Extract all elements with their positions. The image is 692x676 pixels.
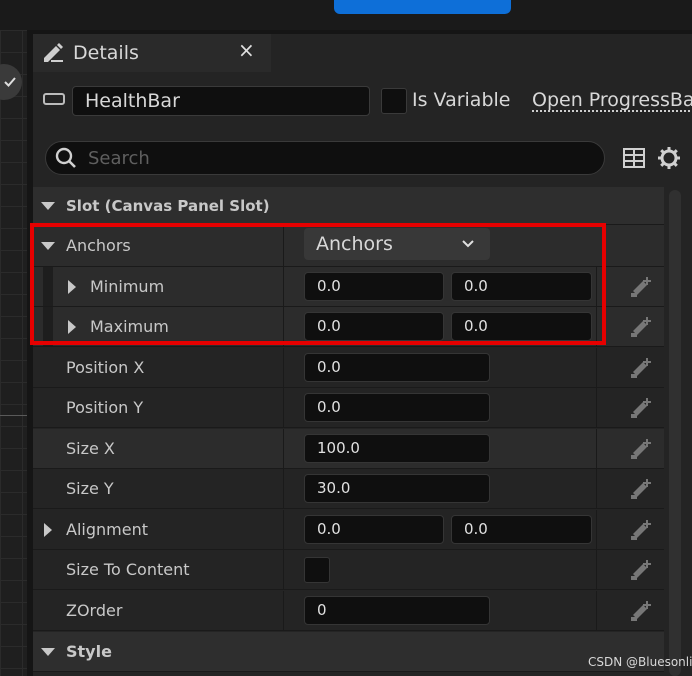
size-y-row: Size Y 30.0 — [33, 469, 664, 509]
graph-mode-button[interactable] — [556, 0, 692, 10]
column-divider — [596, 348, 597, 387]
column-divider — [283, 591, 284, 630]
pencil-icon — [44, 43, 63, 62]
column-divider — [283, 388, 284, 427]
reset-to-default-icon[interactable] — [629, 558, 653, 582]
tab-details[interactable]: Details × — [33, 34, 271, 72]
size-to-content-label: Size To Content — [66, 560, 190, 579]
is-variable-checkbox[interactable] — [381, 88, 407, 114]
reset-to-default-icon[interactable] — [629, 275, 653, 299]
reset-to-default-icon[interactable] — [629, 477, 653, 501]
reset-to-default-icon[interactable] — [629, 437, 653, 461]
widget-name-input[interactable]: HealthBar — [72, 86, 370, 116]
slot-section-label: Slot (Canvas Panel Slot) — [66, 197, 270, 215]
size-x-row: Size X 100.0 — [33, 429, 664, 469]
position-x-row: Position X 0.0 — [33, 348, 664, 388]
position-y-label: Position Y — [66, 398, 144, 417]
canvas-guide-line — [0, 415, 27, 416]
column-divider — [283, 510, 284, 549]
details-scrollbar[interactable] — [669, 190, 681, 676]
position-x-label: Position X — [66, 358, 145, 377]
reset-to-default-icon[interactable] — [629, 315, 653, 339]
zorder-label: ZOrder — [66, 601, 123, 620]
alignment-row: Alignment 0.0 0.0 — [33, 510, 664, 550]
alignment-label: Alignment — [66, 520, 148, 539]
size-x-field[interactable]: 100.0 — [304, 434, 490, 463]
column-divider — [283, 429, 284, 468]
collapse-arrow-icon[interactable] — [41, 648, 55, 656]
annotation-highlight-box — [30, 223, 606, 345]
slot-section-header[interactable]: Slot (Canvas Panel Slot) — [33, 187, 664, 225]
style-section-header[interactable]: Style — [33, 632, 664, 672]
reset-to-default-icon[interactable] — [629, 518, 653, 542]
size-x-label: Size X — [66, 439, 115, 458]
size-to-content-checkbox[interactable] — [304, 557, 330, 583]
column-divider — [283, 469, 284, 508]
expand-arrow-icon[interactable] — [44, 523, 52, 537]
size-y-label: Size Y — [66, 479, 114, 498]
collapse-arrow-icon[interactable] — [41, 202, 55, 210]
size-y-field[interactable]: 30.0 — [304, 474, 490, 503]
position-y-field[interactable]: 0.0 — [304, 393, 490, 422]
gear-icon[interactable] — [657, 146, 681, 170]
details-search[interactable] — [45, 141, 605, 175]
property-matrix-icon[interactable] — [623, 147, 645, 169]
is-variable-label: Is Variable — [412, 89, 511, 111]
column-divider — [283, 348, 284, 387]
position-x-field[interactable]: 0.0 — [304, 353, 490, 382]
column-divider — [596, 469, 597, 508]
search-icon — [55, 147, 76, 168]
column-divider — [596, 510, 597, 549]
checkmark-icon — [4, 77, 16, 87]
tab-details-label: Details — [73, 42, 139, 64]
zorder-field[interactable]: 0 — [304, 596, 490, 625]
watermark: CSDN @Bluesonli — [588, 655, 692, 669]
close-icon[interactable]: × — [238, 38, 255, 62]
designer-mode-button[interactable] — [334, 0, 511, 14]
alignment-y-field[interactable]: 0.0 — [451, 515, 592, 544]
reset-to-default-icon[interactable] — [629, 396, 653, 420]
style-section-label: Style — [66, 642, 112, 661]
designer-canvas[interactable] — [0, 30, 27, 676]
alignment-x-field[interactable]: 0.0 — [304, 515, 444, 544]
reset-to-default-icon[interactable] — [629, 599, 653, 623]
column-divider — [596, 429, 597, 468]
column-divider — [596, 550, 597, 589]
search-input[interactable] — [86, 146, 570, 170]
reset-to-default-icon[interactable] — [629, 356, 653, 380]
progress-bar-widget-icon — [43, 93, 65, 105]
size-to-content-row: Size To Content — [33, 550, 664, 590]
column-divider — [283, 550, 284, 589]
column-divider — [596, 591, 597, 630]
open-progressbar-link[interactable]: Open ProgressBar — [532, 89, 692, 111]
column-divider — [596, 388, 597, 427]
zorder-row: ZOrder 0 — [33, 591, 664, 631]
position-y-row: Position Y 0.0 — [33, 388, 664, 428]
